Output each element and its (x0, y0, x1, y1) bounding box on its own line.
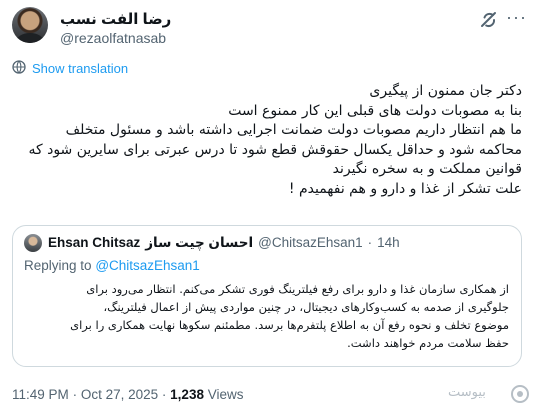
replying-to-mention[interactable]: @ChitsazEhsan1 (95, 258, 200, 273)
quoted-tweet-header: Ehsan Chitsaz احسان چیت ساز @ChitsazEhsa… (48, 235, 400, 251)
watermark-logo: بیوست (448, 382, 530, 406)
quoted-line: حفظ سلامت مردم خواهند داشت. (347, 336, 509, 350)
quoted-timestamp[interactable]: 14h (377, 235, 400, 251)
quoted-line: جلوگیری از صدمه به کسب‌وکارهای دیجیتال، … (103, 300, 509, 314)
tweet-line: علت تشکر از غذا و دارو و هم نفهمیدم ! (288, 180, 522, 197)
watermark-text: بیوست (448, 385, 486, 400)
tweet-meta: 11:49 PM · Oct 27, 2025 · 1,238 Views (12, 387, 244, 402)
quoted-line: موضوع تخلف و نحوه رفع آن به اطلاع پلتفرم… (70, 318, 509, 332)
quoted-author-avatar[interactable] (24, 234, 42, 252)
translate-icon (12, 60, 26, 77)
tweet-line: قوانین مملکت و به سخره نگیرند (332, 161, 522, 177)
tweet-line: بنا به مصوبات دولت های قبلی این کار ممنو… (228, 102, 522, 119)
meta-separator: · (161, 387, 167, 402)
watermark-icon (511, 385, 529, 403)
grok-icon[interactable] (478, 9, 500, 31)
show-translation-link[interactable]: Show translation (12, 60, 128, 77)
meta-separator: · (72, 387, 78, 402)
avatar-silhouette (16, 33, 44, 43)
quoted-separator: · (367, 235, 373, 250)
author-display-name[interactable]: رضا الفت نسب (60, 10, 171, 28)
tweet-date[interactable]: Oct 27, 2025 (81, 387, 158, 402)
tweet-text: دکتر جان ممنون از پیگیری بنا به مصوبات د… (10, 82, 522, 199)
views-label[interactable]: Views (208, 387, 244, 402)
tweet-line: ما هم انتظار داریم مصوبات دولت ضمانت اجر… (65, 122, 522, 138)
replying-to: Replying to @ChitsazEhsan1 (24, 258, 200, 273)
more-icon[interactable]: ··· (506, 8, 528, 30)
replying-to-label: Replying to (24, 258, 92, 273)
author-handle[interactable]: @rezaolfatnasab (60, 30, 166, 46)
quoted-author-name-fa[interactable]: احسان چیت ساز (145, 235, 253, 251)
quoted-tweet[interactable]: Ehsan Chitsaz احسان چیت ساز @ChitsazEhsa… (12, 225, 522, 367)
quoted-author-handle[interactable]: @ChitsazEhsan1 (258, 235, 363, 251)
tweet-line: دکتر جان ممنون از پیگیری (369, 83, 522, 99)
show-translation-label[interactable]: Show translation (32, 61, 128, 76)
views-count[interactable]: 1,238 (170, 387, 204, 402)
quoted-author-name-en[interactable]: Ehsan Chitsaz (48, 235, 140, 251)
tweet-line: محاکمه شود و حداقل یکسال حقوقش قطع شود ت… (28, 141, 522, 158)
quoted-line: از همکاری سازمان غذا و دارو برای رفع فیل… (86, 282, 509, 296)
author-avatar[interactable] (12, 7, 48, 43)
quoted-tweet-text: از همکاری سازمان غذا و دارو برای رفع فیل… (23, 280, 509, 352)
tweet-time[interactable]: 11:49 PM (12, 387, 69, 402)
